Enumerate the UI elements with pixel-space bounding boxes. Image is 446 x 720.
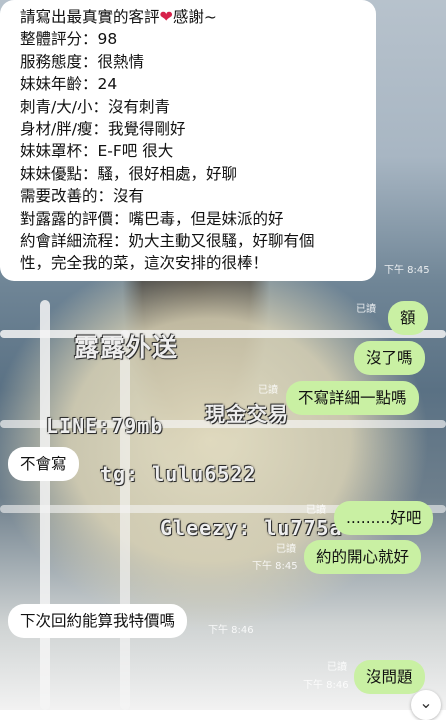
message-line: 刺青/大/小：沒有刺青	[20, 97, 170, 116]
watermark-line: LINE:79mb	[46, 414, 164, 438]
message-line: 整體評分：98	[20, 30, 118, 49]
message-time: 下午 8:46	[208, 625, 254, 636]
message-line: 妹妹罩杯：E-F吧 很大	[20, 142, 174, 161]
read-receipt: 已讀	[258, 385, 278, 396]
read-receipt: 已讀	[327, 662, 347, 673]
message-bubble-outgoing[interactable]: 約的開心就好	[304, 540, 422, 574]
read-receipt: 已讀	[276, 544, 296, 555]
message-line: 性，完全我的菜，這次安排的很棒！	[20, 254, 269, 273]
message-line: 需要改善的：沒有	[20, 187, 145, 206]
message-text: 感謝~	[172, 8, 217, 26]
railing-decoration	[120, 330, 130, 710]
watermark-tg: tg: lulu6522	[100, 462, 257, 486]
message-line: 約會詳細流程：奶大主動又很騷，好聊有個	[20, 232, 315, 251]
message-bubble-incoming[interactable]: 下次回約能算我特價嗎	[8, 604, 188, 638]
message-bubble-incoming[interactable]: 不會寫	[8, 447, 79, 481]
message-line: 妹妹優點：騷，很好相處，好聊	[20, 164, 238, 183]
message-line: 服務態度：很熱情	[20, 52, 145, 71]
railing-decoration	[40, 300, 50, 710]
watermark-tag: 現金交易	[205, 402, 289, 426]
message-line: 妹妹年齡：24	[20, 75, 118, 94]
railing-decoration	[0, 330, 446, 338]
message-bubble-outgoing[interactable]: .........好吧	[334, 501, 434, 535]
message-time: 下午 8:46	[303, 680, 349, 691]
chevron-down-icon[interactable]: ⌄	[411, 690, 441, 720]
watermark-gleezy: Gleezy: lu775a	[160, 516, 343, 540]
message-text: 請寫出最真實的客評	[20, 8, 160, 26]
message-line: 身材/胖/瘦：我覺得剛好	[20, 120, 186, 139]
message-bubble-outgoing[interactable]: 額	[388, 301, 428, 335]
message-time: 下午 8:45	[384, 265, 430, 276]
read-receipt: 已讀	[356, 304, 376, 315]
message-time: 下午 8:45	[252, 561, 298, 572]
message-bubble-outgoing[interactable]: 沒問題	[354, 660, 425, 694]
watermark-brand: 露露外送	[74, 333, 179, 362]
heart-icon: ❤	[159, 7, 173, 26]
read-receipt: 已讀	[306, 505, 326, 516]
message-bubble-outgoing[interactable]: 沒了嗎	[354, 341, 425, 375]
message-bubble-outgoing[interactable]: 不寫詳細一點嗎	[286, 381, 419, 415]
message-line: 對露露的評價：嘴巴毒，但是妹派的好	[20, 209, 284, 228]
message-bubble-review[interactable]: 請寫出最真實的客評❤感謝~ 整體評分：98 服務態度：很熱情 妹妹年齡：24 刺…	[0, 0, 376, 281]
